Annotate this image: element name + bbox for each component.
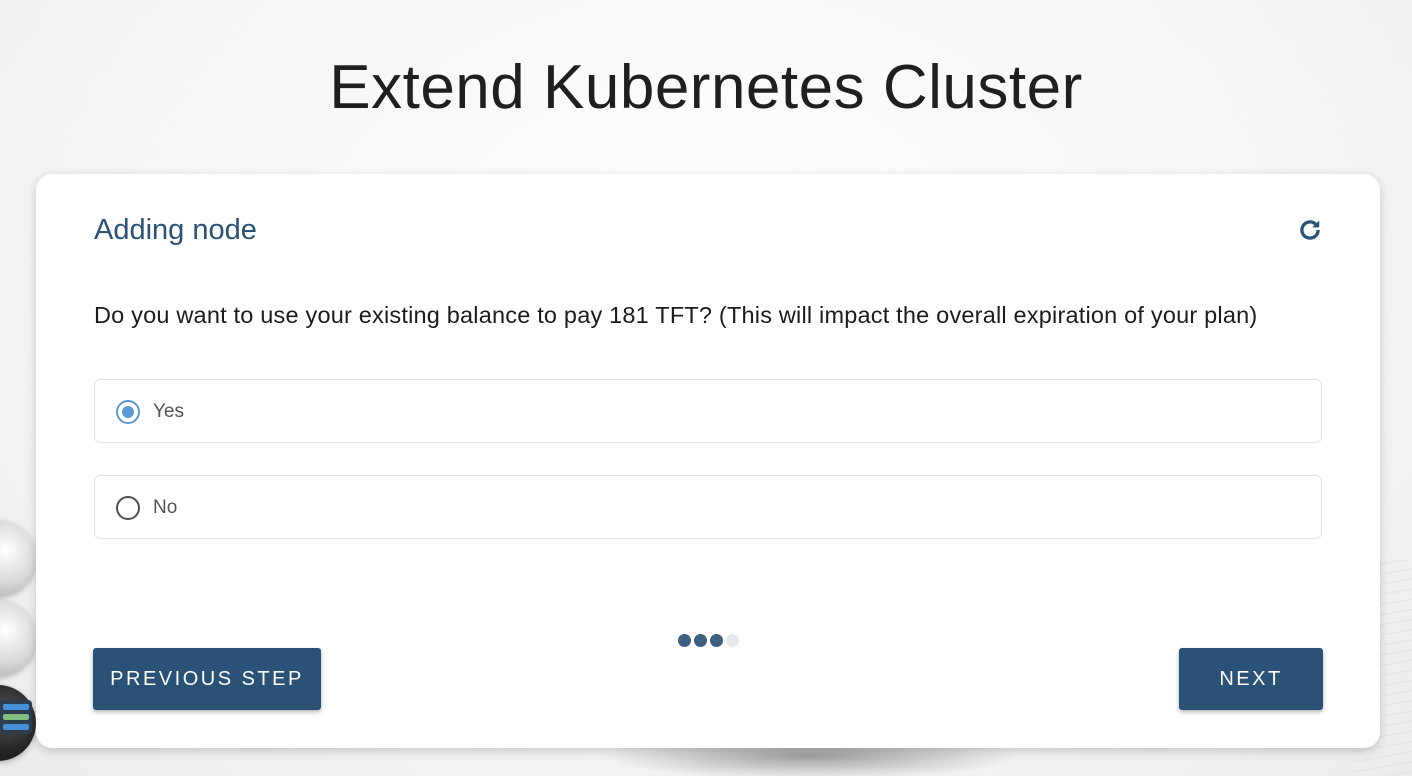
- option-label-yes: Yes: [153, 401, 184, 422]
- radio-yes[interactable]: [116, 400, 140, 424]
- refresh-button[interactable]: [1294, 214, 1326, 246]
- radio-no[interactable]: [116, 496, 140, 520]
- step-dot-3: [710, 634, 723, 647]
- wizard-card: Adding node Do you want to use your exis…: [36, 174, 1380, 748]
- option-yes[interactable]: Yes: [94, 379, 1322, 443]
- step-dot-1: [678, 634, 691, 647]
- decor-sphere: [0, 520, 36, 596]
- decor-sphere: [0, 600, 36, 676]
- decor-chip-icon: [0, 700, 32, 734]
- step-dot-4: [726, 634, 739, 647]
- payment-question: Do you want to use your existing balance…: [94, 302, 1258, 328]
- next-button[interactable]: NEXT: [1179, 648, 1323, 710]
- step-indicator: [678, 634, 739, 647]
- step-dot-2: [694, 634, 707, 647]
- previous-step-button[interactable]: PREVIOUS STEP: [93, 648, 321, 710]
- option-no[interactable]: No: [94, 475, 1322, 539]
- card-header: Adding node: [94, 214, 257, 246]
- page-title: Extend Kubernetes Cluster: [329, 53, 1083, 122]
- refresh-icon: [1300, 220, 1320, 240]
- background-decoration: [0, 520, 40, 776]
- option-label-no: No: [153, 497, 178, 518]
